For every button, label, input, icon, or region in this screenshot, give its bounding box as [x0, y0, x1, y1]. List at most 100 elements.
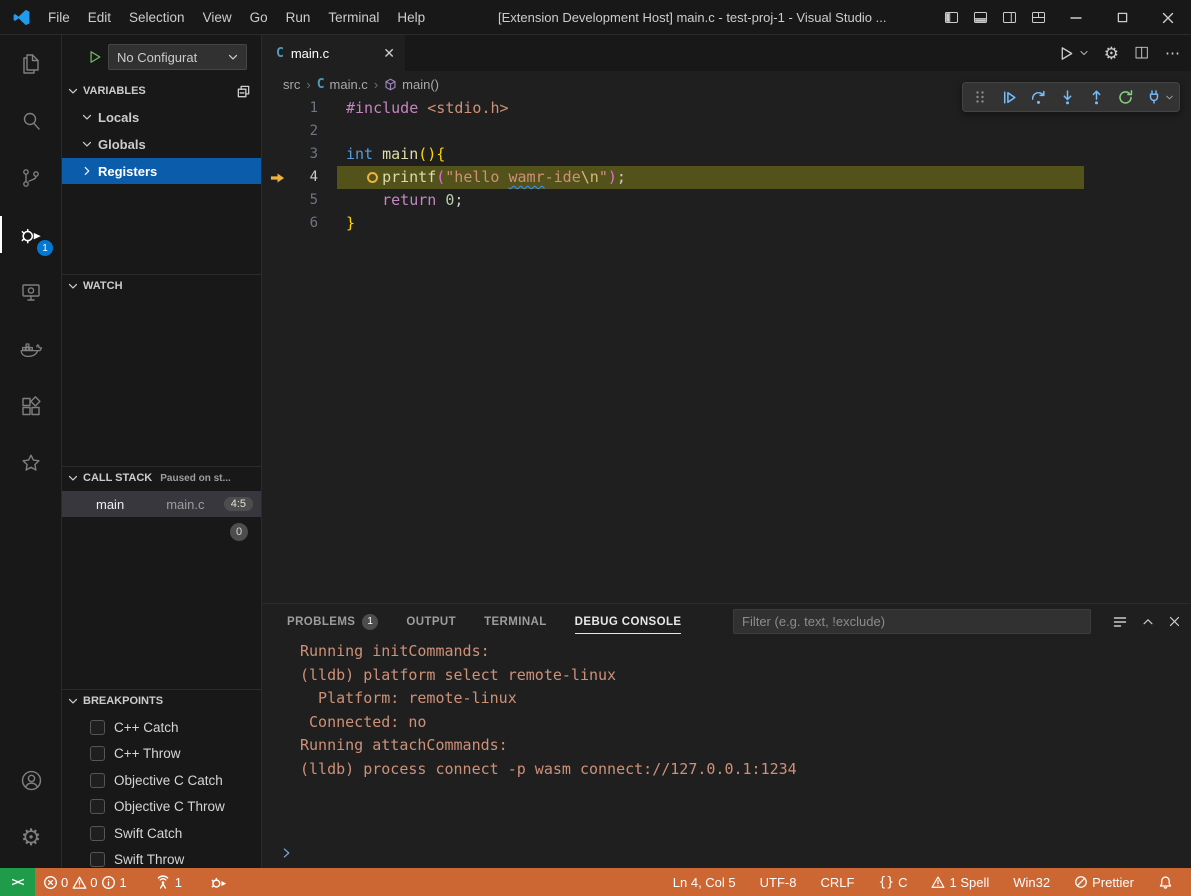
menu-run[interactable]: Run: [277, 0, 320, 34]
tab-problems[interactable]: PROBLEMS 1: [287, 604, 378, 639]
breakpoint-gutter[interactable]: [262, 189, 292, 212]
sidebar-item-docker[interactable]: [0, 320, 62, 377]
customize-layout-icon[interactable]: [1024, 0, 1053, 35]
tab-terminal[interactable]: TERMINAL: [484, 604, 547, 639]
sidebar-item-run-and-debug[interactable]: 1: [0, 206, 62, 263]
restart-icon[interactable]: [1113, 85, 1137, 109]
more-actions-icon[interactable]: ⋯: [1165, 44, 1181, 62]
code-line-3[interactable]: 3int main(){: [262, 143, 1191, 166]
sidebar-item-favorites[interactable]: [0, 434, 62, 491]
inline-breakpoint-icon[interactable]: [367, 172, 378, 183]
breakpoint-item[interactable]: Swift Catch: [62, 820, 261, 847]
console-prompt-chevron-icon[interactable]: [280, 846, 294, 860]
notifications-button[interactable]: [1150, 868, 1181, 896]
split-editor-icon[interactable]: [1134, 45, 1150, 61]
breakpoint-item[interactable]: Objective C Throw: [62, 794, 261, 821]
tab-main-c[interactable]: C main.c ✕: [262, 35, 405, 71]
settings-button[interactable]: ⚙: [0, 809, 62, 866]
maximize-button[interactable]: [1099, 0, 1145, 35]
toggle-secondary-sidebar-icon[interactable]: [995, 0, 1024, 35]
sidebar-item-extensions[interactable]: [0, 377, 62, 434]
language-mode[interactable]: {} C: [870, 868, 915, 896]
breadcrumb-symbol[interactable]: main(): [384, 77, 439, 92]
debug-current-line-arrow-icon[interactable]: [262, 166, 292, 189]
breakpoint-gutter[interactable]: [262, 212, 292, 235]
menu-edit[interactable]: Edit: [79, 0, 120, 34]
step-into-icon[interactable]: [1055, 85, 1079, 109]
breakpoint-item[interactable]: Swift Throw: [62, 847, 261, 869]
menu-view[interactable]: View: [194, 0, 241, 34]
start-debug-play-icon[interactable]: [88, 50, 102, 64]
close-icon[interactable]: ✕: [383, 45, 395, 62]
encoding-status[interactable]: UTF-8: [752, 868, 805, 896]
breakpoint-checkbox[interactable]: [90, 773, 105, 788]
code-line-4[interactable]: 4 printf("hello wamr-ide\n");: [262, 166, 1191, 189]
watch-section-header[interactable]: WATCH: [62, 275, 261, 297]
tab-debug-console[interactable]: DEBUG CONSOLE: [575, 604, 682, 639]
variables-scope-globals[interactable]: Globals: [62, 131, 261, 157]
breakpoint-checkbox[interactable]: [90, 799, 105, 814]
output-lines-icon[interactable]: [1112, 614, 1128, 630]
console-filter-input[interactable]: [733, 609, 1091, 634]
breakpoint-checkbox[interactable]: [90, 746, 105, 761]
spell-checker-status[interactable]: 1 Spell: [923, 868, 997, 896]
drag-grip-icon[interactable]: [968, 85, 992, 109]
breakpoint-item[interactable]: C++ Throw: [62, 741, 261, 768]
code-line-5[interactable]: 5 return 0;: [262, 189, 1191, 212]
variables-scope-locals[interactable]: Locals: [62, 104, 261, 130]
variables-scope-registers[interactable]: Registers: [62, 158, 261, 184]
ports-status[interactable]: 1: [147, 868, 190, 896]
breakpoint-gutter[interactable]: [262, 97, 292, 120]
breakpoint-checkbox[interactable]: [90, 720, 105, 735]
platform-status[interactable]: Win32: [1005, 868, 1058, 896]
breakpoint-checkbox[interactable]: [90, 852, 105, 867]
menu-selection[interactable]: Selection: [120, 0, 194, 34]
disconnect-plug-icon[interactable]: [1142, 85, 1166, 109]
breakpoint-item[interactable]: Objective C Catch: [62, 767, 261, 794]
breadcrumb-file[interactable]: C main.c: [317, 77, 368, 92]
breakpoint-gutter[interactable]: [262, 120, 292, 143]
continue-icon[interactable]: [997, 85, 1021, 109]
sidebar-item-remote-explorer[interactable]: [0, 263, 62, 320]
menu-help[interactable]: Help: [388, 0, 434, 34]
code-line-2[interactable]: 2: [262, 120, 1191, 143]
close-window-button[interactable]: [1145, 0, 1191, 35]
accounts-button[interactable]: [0, 752, 62, 809]
remote-indicator[interactable]: ><: [0, 868, 35, 896]
breakpoints-section-header[interactable]: BREAKPOINTS: [62, 690, 261, 712]
menu-file[interactable]: File: [39, 0, 79, 34]
variables-section-header[interactable]: VARIABLES: [62, 80, 261, 102]
cursor-position[interactable]: Ln 4, Col 5: [665, 868, 744, 896]
breakpoint-checkbox[interactable]: [90, 826, 105, 841]
code-line-6[interactable]: 6}: [262, 212, 1191, 235]
call-stack-section-header[interactable]: CALL STACK Paused on st...: [62, 467, 261, 489]
chevron-down-icon[interactable]: [1165, 93, 1174, 102]
sidebar-item-source-control[interactable]: [0, 149, 62, 206]
debug-configuration-select[interactable]: No Configurat: [108, 44, 247, 70]
chevron-down-icon[interactable]: [1079, 48, 1089, 58]
run-file-play-icon[interactable]: [1059, 46, 1074, 61]
gear-icon[interactable]: ⚙: [1104, 45, 1119, 62]
code-editor[interactable]: 1#include <stdio.h>23int main(){4 printf…: [262, 97, 1191, 567]
breakpoint-gutter[interactable]: [262, 143, 292, 166]
menu-terminal[interactable]: Terminal: [319, 0, 388, 34]
minimize-button[interactable]: [1053, 0, 1099, 35]
problems-status[interactable]: 0 0 1: [35, 868, 135, 896]
breadcrumb-src[interactable]: src: [283, 77, 300, 92]
breakpoint-item[interactable]: C++ Catch: [62, 714, 261, 741]
toggle-panel-icon[interactable]: [966, 0, 995, 35]
formatter-status[interactable]: Prettier: [1066, 868, 1142, 896]
call-stack-frame[interactable]: main main.c 4:5: [62, 491, 261, 517]
close-icon[interactable]: [1168, 615, 1181, 628]
menu-go[interactable]: Go: [241, 0, 277, 34]
eol-status[interactable]: CRLF: [812, 868, 862, 896]
tab-output[interactable]: OUTPUT: [406, 604, 456, 639]
toggle-sidebar-icon[interactable]: [937, 0, 966, 35]
step-over-icon[interactable]: [1026, 85, 1050, 109]
sidebar-item-explorer[interactable]: [0, 35, 62, 92]
collapse-all-icon[interactable]: [236, 84, 251, 99]
sidebar-item-search[interactable]: [0, 92, 62, 149]
step-out-icon[interactable]: [1084, 85, 1108, 109]
chevron-up-icon[interactable]: [1141, 615, 1155, 629]
debug-status[interactable]: [202, 868, 235, 896]
